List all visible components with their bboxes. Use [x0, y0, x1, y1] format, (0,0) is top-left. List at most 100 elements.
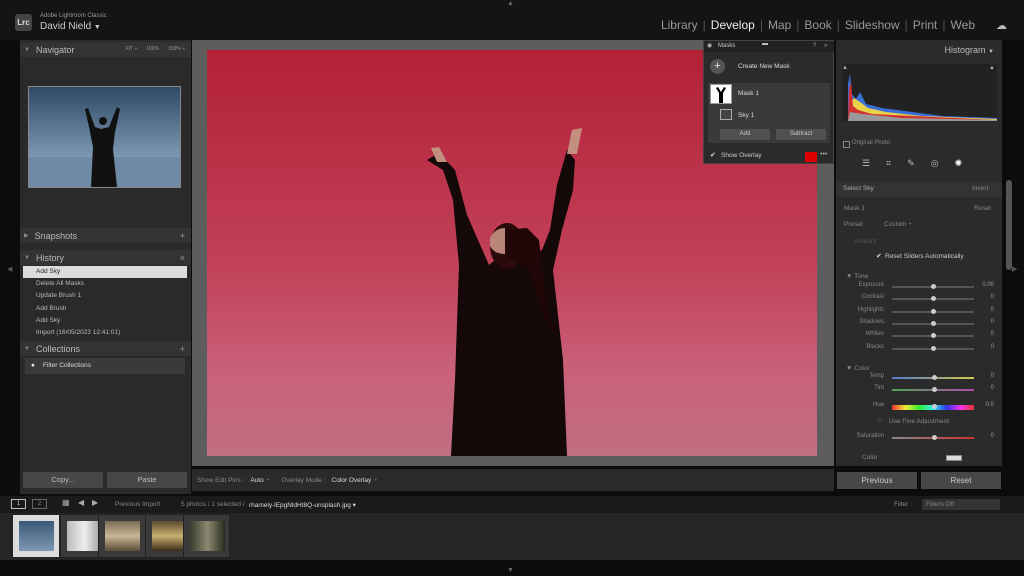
back-arrow-icon[interactable]: ◀ [78, 498, 84, 507]
film-thumb[interactable] [12, 514, 60, 558]
tone-slider-whites[interactable]: Whites 0 [846, 331, 998, 341]
collections-header[interactable]: ▼ Collections + [20, 341, 191, 356]
more-icon[interactable]: ••• [820, 151, 827, 158]
collapse-top-icon[interactable]: ▲ [507, 0, 514, 7]
collapse-icon[interactable]: » [824, 41, 827, 52]
masks-header[interactable]: ◉ Masks ▬ ? » [704, 41, 834, 52]
history-item[interactable]: Update Brush 1 [23, 290, 187, 302]
source-label[interactable]: Previous Import [115, 501, 161, 508]
mask-subtract-button[interactable]: Subtract [776, 129, 826, 140]
sky1-label[interactable]: Sky 1 [738, 112, 754, 119]
mask1-label[interactable]: Mask 1 [738, 90, 759, 97]
edit-pins-select[interactable]: Auto [250, 477, 263, 484]
module-develop[interactable]: Develop [706, 18, 760, 32]
add-collection-icon[interactable]: + [180, 344, 185, 354]
tint-slider[interactable]: Tint 0 [846, 385, 998, 395]
tone-slider-blacks[interactable]: Blacks 0 [846, 344, 998, 354]
mask1-thumbnail[interactable] [710, 84, 732, 104]
create-mask-button[interactable]: + Create New Mask [710, 59, 790, 74]
history-item[interactable]: Import (16/05/2023 12:41:01) [23, 327, 187, 339]
tone-slider-highlights[interactable]: Highlights 0 [846, 307, 998, 317]
paste-button[interactable]: Paste [107, 472, 187, 488]
temp-slider[interactable]: Temp 0 [846, 373, 998, 383]
module-print[interactable]: Print [908, 18, 943, 32]
reset-button[interactable]: Reset [921, 472, 1001, 489]
window1-button[interactable]: 1 [11, 499, 26, 509]
tone-slider-contrast[interactable]: Contrast 0 [846, 294, 998, 304]
forward-arrow-icon[interactable]: ▶ [92, 498, 98, 507]
collapse-triangle-icon: ▼ [24, 254, 30, 261]
previous-button[interactable]: Previous [837, 472, 917, 489]
histogram-graph[interactable] [842, 64, 997, 121]
hue-slider[interactable]: Hue 0.0 [846, 402, 998, 412]
tone-slider-shadows[interactable]: Shadows 0 [846, 319, 998, 329]
invert-checkbox[interactable]: Invert [972, 185, 988, 192]
right-panel-toggle-icon[interactable]: ▶ [1012, 265, 1017, 273]
help-icon[interactable]: ? [813, 41, 816, 52]
sliders-icon[interactable]: ☰ [862, 158, 870, 169]
collapse-bottom-icon[interactable]: ▼ [507, 567, 514, 574]
drag-handle[interactable]: ▬ [762, 39, 768, 50]
add-snapshot-icon[interactable]: + [180, 231, 185, 241]
module-library[interactable]: Library [656, 18, 703, 32]
module-book[interactable]: Book [799, 18, 836, 32]
saturation-slider[interactable]: Saturation 0 [846, 433, 998, 443]
mask-reset[interactable]: Reset [974, 205, 991, 212]
filename[interactable]: rhamely-lEpgNldHt8Q-unsplash.jpg ▾ [249, 501, 356, 509]
histogram-chart [842, 64, 997, 121]
color-swatch[interactable] [946, 455, 962, 461]
navigator-header[interactable]: ▼ Navigator FIT ÷ 100% 300% ÷ [20, 42, 191, 57]
module-slideshow[interactable]: Slideshow [840, 18, 905, 32]
fine-adjust-label: Use Fine Adjustment [889, 418, 949, 425]
overlay-color-swatch[interactable] [805, 152, 817, 162]
zoom-100[interactable]: 100% [146, 46, 159, 52]
history-header[interactable]: ▼ History × [20, 250, 191, 265]
window2-button[interactable]: 2 [32, 499, 47, 509]
clear-history-icon[interactable]: × [180, 253, 185, 263]
cloud-icon[interactable]: ☁ [996, 19, 1007, 32]
module-picker: Library | Develop | Map | Book | Slideshow | … [656, 18, 980, 32]
tone-slider-exposure[interactable]: Exposure 0.00 [846, 282, 998, 292]
tone-header[interactable]: ▼ Tone [846, 273, 868, 280]
heal-icon[interactable]: ✎ [907, 158, 915, 169]
crop-icon[interactable]: ⌗ [886, 158, 891, 169]
right-scrollbar[interactable] [1006, 180, 1012, 270]
histogram-header[interactable]: Histogram ▼ [945, 45, 994, 55]
expand-triangle-icon: ▶ [24, 233, 29, 239]
user-name[interactable]: David Nield ▼ [40, 21, 101, 32]
plus-icon: + [710, 59, 725, 74]
history-item[interactable]: Add Sky [23, 266, 187, 278]
highlight-clip-icon[interactable]: ▲ [989, 65, 995, 71]
history-item[interactable]: Add Sky [23, 315, 187, 327]
left-panel-toggle-icon[interactable]: ◀ [7, 265, 12, 273]
history-item[interactable]: Delete All Masks [23, 278, 187, 290]
module-map[interactable]: Map [763, 18, 796, 32]
film-thumb[interactable] [98, 514, 146, 558]
filter-collections-field[interactable]: ● Filter Collections [25, 358, 185, 374]
original-photo-checkbox[interactable] [843, 141, 850, 148]
history-item[interactable]: Add Brush [23, 303, 187, 315]
original-photo-label[interactable]: Original Photo [852, 140, 890, 146]
show-overlay-label: Show Overlay [721, 152, 762, 159]
snapshots-header[interactable]: ▶ Snapshots + [20, 228, 191, 243]
grid-icon[interactable]: ▦ [62, 498, 70, 507]
eye-icon[interactable]: ◉ [707, 41, 712, 52]
edit-pins-label: Show Edit Pins : [197, 476, 245, 484]
navigator-preview[interactable] [28, 86, 181, 188]
reset-sliders-checkbox[interactable]: ✔ [876, 252, 882, 260]
overlay-mode-select[interactable]: Color Overlay [332, 477, 372, 484]
zoom-fit[interactable]: FIT ÷ [126, 46, 138, 52]
masking-icon[interactable]: ✺ [955, 158, 963, 169]
module-web[interactable]: Web [946, 18, 980, 32]
film-thumb[interactable] [183, 514, 230, 558]
show-overlay-checkbox[interactable]: ✔ [710, 151, 716, 159]
zoom-300[interactable]: 300% ÷ [168, 46, 185, 52]
filter-select[interactable]: Filters Off [922, 499, 1000, 510]
copy-button[interactable]: Copy... [23, 472, 103, 488]
shadow-clip-icon[interactable]: ▲ [842, 65, 848, 71]
preset-select[interactable]: Custom ÷ [884, 221, 912, 228]
fine-adjust-checkbox[interactable]: □ [878, 418, 882, 424]
mask-add-button[interactable]: Add [720, 129, 770, 140]
lightroom-logo: Lrc [15, 14, 32, 31]
redeye-icon[interactable]: ◎ [931, 158, 939, 169]
